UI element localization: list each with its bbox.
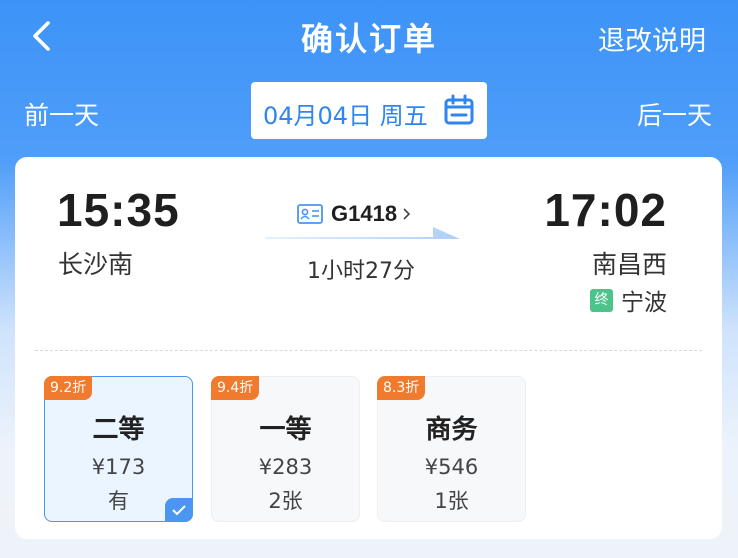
seat-availability: 2张 <box>268 489 303 513</box>
departure-time: 15:35 <box>57 184 180 236</box>
seat-price: ¥283 <box>258 455 313 479</box>
next-day-button[interactable]: 后一天 <box>637 96 712 132</box>
trip-duration: 1小时27分 <box>307 259 415 284</box>
direction-arrow <box>265 227 460 239</box>
train-number-link[interactable]: G1418 <box>297 201 412 227</box>
selected-check-icon <box>165 498 193 522</box>
terminal-info: 终 宁波 <box>590 283 667 317</box>
terminal-station: 宁波 <box>621 290 667 316</box>
arrival-station: 南昌西 <box>591 250 667 279</box>
calendar-icon <box>444 94 474 125</box>
seat-class-name: 商务 <box>425 415 478 445</box>
seat-option-first-class[interactable]: 9.4折 一等 ¥283 2张 <box>211 376 360 522</box>
seat-class-name: 一等 <box>259 415 312 445</box>
seat-availability: 1张 <box>434 489 469 513</box>
seat-price: ¥173 <box>91 455 146 479</box>
discount-badge: 9.2折 <box>44 376 93 400</box>
discount-badge: 9.4折 <box>211 376 260 400</box>
date-selector[interactable]: 04月04日 周五 <box>251 82 487 139</box>
refund-policy-link[interactable]: 退改说明 <box>598 19 706 58</box>
divider <box>35 350 702 351</box>
seat-option-second-class[interactable]: 9.2折 二等 ¥173 有 <box>44 376 193 522</box>
header: 确认订单 退改说明 <box>0 0 738 72</box>
selected-date: 04月04日 周五 <box>263 102 428 130</box>
seat-price: ¥546 <box>424 455 479 479</box>
arrival-time: 17:02 <box>544 184 667 236</box>
prev-day-button[interactable]: 前一天 <box>24 96 99 132</box>
seat-option-business-class[interactable]: 8.3折 商务 ¥546 1张 <box>377 376 526 522</box>
terminal-badge: 终 <box>590 288 613 312</box>
id-card-icon <box>297 204 323 224</box>
trip-card: 15:35 长沙南 G1418 1小时27分 17:02 南昌西 终 宁波 9.… <box>15 157 722 539</box>
seat-class-name: 二等 <box>92 415 145 445</box>
chevron-right-icon <box>403 208 411 220</box>
date-navigation: 前一天 04月04日 周五 后一天 <box>0 82 738 140</box>
departure-station: 长沙南 <box>58 250 134 279</box>
train-number: G1418 <box>331 201 398 226</box>
discount-badge: 8.3折 <box>377 376 426 400</box>
